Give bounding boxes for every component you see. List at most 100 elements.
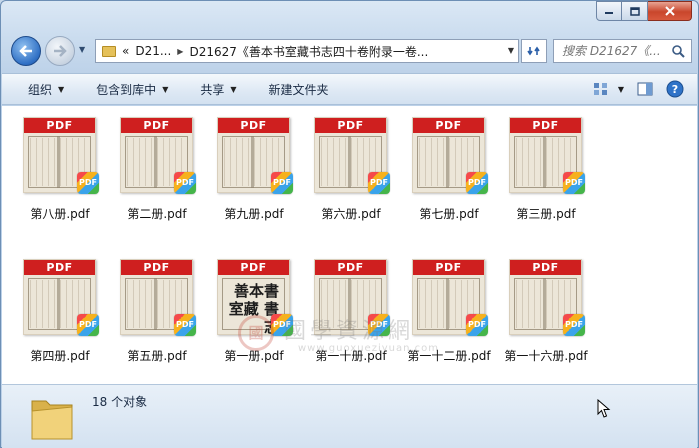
search-box[interactable] [553, 39, 692, 63]
view-tiles-icon [594, 83, 607, 95]
history-dropdown[interactable]: ▼ [79, 45, 89, 57]
pdf-app-icon: PDF [368, 172, 390, 194]
include-in-library-menu[interactable]: 包含到库中 ▼ [76, 77, 180, 101]
command-bar: 组织 ▼ 包含到库中 ▼ 共享 ▼ 新建文件夹 ▼ ? [2, 73, 697, 105]
file-item[interactable]: PDF PDF 第一十六册.pdf [488, 248, 588, 376]
breadcrumb-item-current[interactable]: D21627《善本书室藏书志四十卷附录一卷... [189, 43, 428, 60]
pdf-band: PDF [121, 118, 192, 133]
page-center-column [543, 136, 546, 188]
help-icon: ? [666, 80, 684, 98]
pdf-band: PDF [218, 260, 289, 275]
pdf-app-icon: PDF [77, 314, 99, 336]
arrow-left-icon [19, 45, 32, 57]
search-input[interactable] [562, 44, 680, 58]
file-item[interactable]: PDF PDF 第四册.pdf [2, 248, 99, 376]
minimize-button[interactable] [596, 1, 622, 21]
address-dropdown-icon[interactable]: ▼ [508, 46, 514, 55]
page-center-column [348, 278, 351, 330]
close-icon [664, 6, 675, 16]
pdf-app-icon: PDF [563, 314, 585, 336]
page-center-column [57, 278, 60, 330]
pdf-app-icon: PDF [174, 172, 196, 194]
share-label: 共享 [200, 82, 225, 97]
pdf-band: PDF [121, 260, 192, 275]
include-in-library-label: 包含到库中 [96, 82, 157, 97]
chevron-down-icon: ▼ [79, 45, 86, 54]
pdf-band: PDF [510, 260, 581, 275]
svg-text:?: ? [672, 83, 678, 96]
pdf-band: PDF [218, 118, 289, 133]
file-item[interactable]: PDF PDF 第九册.pdf [196, 106, 293, 234]
file-item[interactable]: PDF PDF 第六册.pdf [293, 106, 390, 234]
pdf-band: PDF [510, 118, 581, 133]
page-center-column [154, 278, 157, 330]
mouse-cursor-icon [597, 399, 611, 418]
help-button[interactable]: ? [663, 78, 687, 100]
pdf-band: PDF [413, 260, 484, 275]
pdf-band: PDF [413, 118, 484, 133]
chevron-right-icon[interactable]: ▶ [177, 47, 183, 56]
file-item[interactable]: PDF PDF 第二册.pdf [99, 106, 196, 234]
pdf-app-icon: PDF [77, 172, 99, 194]
back-button[interactable] [11, 36, 41, 66]
breadcrumb-item-parent[interactable]: D21... [135, 44, 171, 58]
minimize-icon [605, 12, 613, 14]
file-item[interactable]: PDF PDF 第五册.pdf [99, 248, 196, 376]
page-center-column [251, 136, 254, 188]
page-center-column [57, 136, 60, 188]
file-item[interactable]: PDF PDF 第七册.pdf [391, 106, 488, 234]
view-controls: ▼ ? [583, 78, 687, 100]
page-center-column [446, 136, 449, 188]
file-item[interactable]: PDF PDF 第八册.pdf [2, 106, 99, 234]
chevron-down-icon: ▼ [162, 84, 169, 94]
pdf-band: PDF [24, 260, 95, 275]
pdf-app-icon: PDF [271, 314, 293, 336]
pdf-band: PDF [315, 118, 386, 133]
refresh-icon [527, 46, 540, 56]
pdf-app-icon: PDF [271, 172, 293, 194]
organize-label: 组织 [28, 82, 53, 97]
chevron-down-icon: ▼ [58, 84, 65, 94]
file-item[interactable]: PDF PDF 第一十册.pdf [293, 248, 390, 376]
pdf-band: PDF [24, 118, 95, 133]
folder-icon [102, 45, 116, 57]
new-folder-button[interactable]: 新建文件夹 [249, 77, 341, 101]
change-view-button[interactable] [589, 78, 613, 100]
file-item[interactable]: PDF PDF 第三册.pdf [488, 106, 585, 234]
address-row: ▼ « D21... ▶ D21627《善本书室藏书志四十卷附录一卷... ▼ [9, 35, 692, 67]
share-menu[interactable]: 共享 ▼ [180, 77, 248, 101]
file-list-pane[interactable]: PDF PDF 第八册.pdf PDF PDF 第二册.pdf PDF PDF 第九册.pdf P… [2, 106, 697, 384]
pdf-app-icon: PDF [466, 314, 488, 336]
arrow-right-icon [54, 45, 67, 57]
maximize-icon [629, 6, 640, 16]
address-bar[interactable]: « D21... ▶ D21627《善本书室藏书志四十卷附录一卷... ▼ [95, 39, 519, 63]
file-name-label: 第一十六册.pdf [504, 349, 588, 363]
new-folder-label: 新建文件夹 [268, 82, 329, 97]
pdf-band: PDF [315, 260, 386, 275]
folder-icon [31, 400, 73, 440]
page-center-column [446, 278, 449, 330]
explorer-window: ▼ « D21... ▶ D21627《善本书室藏书志四十卷附录一卷... ▼ … [0, 0, 699, 448]
breadcrumb-overflow[interactable]: « [122, 44, 129, 58]
pdf-app-icon: PDF [466, 172, 488, 194]
pdf-app-icon: PDF [368, 314, 390, 336]
view-options-dropdown[interactable]: ▼ [615, 78, 627, 100]
organize-menu[interactable]: 组织 ▼ [2, 77, 76, 101]
refresh-button[interactable] [521, 39, 547, 63]
search-icon[interactable] [671, 44, 685, 58]
preview-pane-icon [637, 82, 653, 96]
pdf-app-icon: PDF [563, 172, 585, 194]
file-name-label: 第三册.pdf [516, 207, 576, 221]
pdf-app-icon: PDF [174, 314, 196, 336]
preview-pane-button[interactable] [633, 78, 657, 100]
page-center-column [543, 278, 546, 330]
page-center-column [348, 136, 351, 188]
page-center-column [154, 136, 157, 188]
file-item[interactable]: PDF PDF 第一十二册.pdf [391, 248, 491, 376]
forward-button[interactable] [45, 36, 75, 66]
caption-buttons [596, 1, 692, 21]
close-button[interactable] [648, 1, 692, 21]
file-item[interactable]: PDF善本書 室藏 書志PDF第一册.pdf [196, 248, 293, 376]
item-count: 18 个对象 [92, 395, 148, 409]
maximize-button[interactable] [622, 1, 648, 21]
